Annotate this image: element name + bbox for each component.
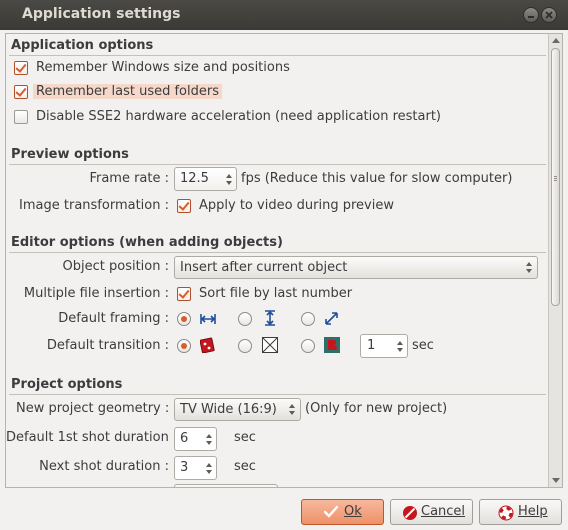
section-title-application: Application options [11,38,154,53]
object-position-select[interactable]: Insert after current object [174,256,538,279]
up-arrow-icon[interactable] [206,463,212,467]
remember-folders-text: Remember last used folders [33,84,222,99]
section-divider [9,252,546,253]
next-shot-value: 3 [180,460,189,475]
minimize-icon [528,16,534,18]
frame-rate-value: 12.5 [180,171,209,186]
default-transition-label: Default transition : [46,338,169,353]
frame-rate-select[interactable]: 12.5 [174,167,237,191]
next-shot-label: Next shot duration : [39,459,169,474]
transition-unit: sec [412,338,434,353]
ok-button[interactable]: Ok [301,499,384,525]
disable-sse2-label[interactable]: Disable SSE2 hardware acceleration (need… [36,109,441,124]
down-arrow-icon [526,269,532,273]
apply-video-label[interactable]: Apply to video during preview [199,198,394,213]
transition-duration-value: 1 [367,338,376,353]
remember-folders-label[interactable]: Remember last used folders [33,84,222,99]
checkmark-icon [324,505,338,518]
fit-height-icon [265,310,275,326]
multiple-insertion-label: Multiple file insertion : [23,286,169,301]
help-button[interactable]: Help [479,499,562,525]
settings-scroll-area[interactable]: Application options Remember Windows siz… [5,33,563,488]
basic-transition-icon [324,337,340,353]
section-title-preview: Preview options [11,147,129,162]
ok-label: Ok [344,504,362,519]
disable-sse2-checkbox[interactable] [14,110,28,124]
section-title-project: Project options [11,377,123,392]
cancel-icon [403,506,417,520]
minimize-button[interactable] [523,7,539,23]
section-divider [9,394,546,395]
cancel-label: Cancel [421,504,466,519]
object-position-value: Insert after current object [180,260,348,275]
sort-file-checkbox[interactable] [177,287,191,301]
down-arrow-icon[interactable] [226,181,232,185]
title-bar: Application settings [0,0,568,30]
first-shot-spinner[interactable]: 6 [174,427,217,451]
fit-width-icon [200,314,216,324]
help-label: Help [518,504,548,519]
next-shot-unit: sec [234,459,256,474]
window-title: Application settings [22,6,181,22]
remember-folders-checkbox[interactable] [14,85,28,99]
first-shot-unit: sec [234,430,256,445]
remember-window-label[interactable]: Remember Windows size and positions [36,60,290,75]
apply-video-checkbox[interactable] [177,199,191,213]
random-transition-icon [200,337,215,353]
transition-none-radio[interactable] [238,339,252,353]
down-arrow-icon [289,411,295,415]
section-title-editor: Editor options (when adding objects) [11,235,283,250]
scroll-down-icon[interactable] [552,478,560,483]
grip-line [554,178,557,179]
fit-full-icon [325,312,338,325]
close-button[interactable] [541,7,557,23]
geometry-select[interactable]: TV Wide (16:9) [174,398,301,421]
object-position-label: Object position : [62,259,169,274]
section-divider [9,55,546,56]
geometry-label: New project geometry : [16,401,170,416]
framing-full-radio[interactable] [301,312,315,326]
geometry-value: TV Wide (16:9) [180,402,277,417]
up-arrow-icon[interactable] [206,434,212,438]
geometry-hint: (Only for new project) [305,401,448,416]
down-arrow-icon[interactable] [206,470,212,474]
up-arrow-icon[interactable] [226,174,232,178]
first-shot-value: 6 [180,431,189,446]
transition-random-radio[interactable] [177,339,191,353]
down-arrow-icon[interactable] [397,348,403,352]
sort-file-label[interactable]: Sort file by last number [199,286,352,301]
grip-line [554,176,557,177]
transition-basic-radio[interactable] [301,339,315,353]
scrollbar-thumb[interactable] [551,48,560,306]
default-framing-label: Default framing : [58,311,169,326]
grip-line [554,180,557,181]
close-icon [545,11,553,19]
frame-rate-hint: fps (Reduce this value for slow computer… [241,171,513,186]
down-arrow-icon[interactable] [206,441,212,445]
transition-duration-spinner[interactable]: 1 [360,334,408,358]
no-transition-icon [262,337,278,353]
up-arrow-icon [526,262,532,266]
next-shot-spinner[interactable]: 3 [174,456,217,480]
scroll-up-icon[interactable] [552,38,560,43]
vertical-scrollbar[interactable] [548,34,562,487]
first-shot-label: Default 1st shot duration : [6,430,178,445]
section-divider [9,164,546,165]
frame-rate-label: Frame rate : [89,171,169,186]
help-lifebuoy-icon [498,505,514,521]
up-arrow-icon [289,404,295,408]
image-transformation-label: Image transformation : [19,198,169,213]
next-option-select[interactable] [174,484,278,487]
framing-height-radio[interactable] [238,312,252,326]
framing-width-radio[interactable] [177,312,191,326]
remember-window-checkbox[interactable] [14,61,28,75]
cancel-button[interactable]: Cancel [390,499,473,525]
up-arrow-icon[interactable] [397,341,403,345]
